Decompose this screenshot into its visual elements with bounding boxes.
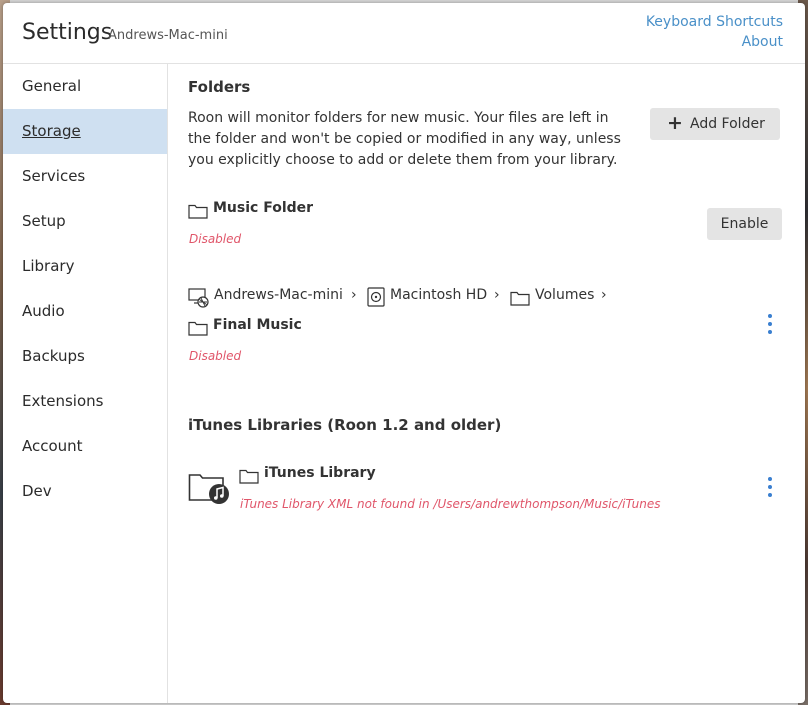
itunes-folder-icon xyxy=(188,471,230,505)
sidebar-item-services[interactable]: Services xyxy=(3,154,167,199)
sidebar-item-label: Account xyxy=(22,437,83,455)
path-computer: Andrews-Mac-mini xyxy=(214,287,343,303)
keyboard-shortcuts-link[interactable]: Keyboard Shortcuts xyxy=(646,14,783,30)
storage-panel: Folders Roon will monitor folders for ne… xyxy=(168,64,805,703)
sidebar-item-setup[interactable]: Setup xyxy=(3,199,167,244)
settings-header: Settings Andrews-Mac-mini Keyboard Short… xyxy=(3,3,805,64)
folder-icon xyxy=(239,468,259,484)
plus-icon: + xyxy=(667,112,683,134)
chevron-right-icon: › xyxy=(494,287,500,303)
device-name: Andrews-Mac-mini xyxy=(108,28,228,43)
sidebar-item-storage[interactable]: Storage xyxy=(3,109,167,154)
settings-sidebar: General Storage Services Setup Library A… xyxy=(3,64,168,703)
music-folder-name: Music Folder xyxy=(213,200,314,216)
sidebar-item-label: General xyxy=(22,77,82,95)
itunes-heading: iTunes Libraries (Roon 1.2 and older) xyxy=(188,416,502,434)
path-volumes: Volumes xyxy=(535,287,595,303)
sidebar-item-label: Extensions xyxy=(22,392,104,410)
chevron-right-icon: › xyxy=(351,287,357,303)
sidebar-item-dev[interactable]: Dev xyxy=(3,469,167,514)
sidebar-item-label: Storage xyxy=(22,122,81,140)
itunes-library-status: iTunes Library XML not found in /Users/a… xyxy=(240,497,661,511)
page-title: Settings xyxy=(22,20,113,45)
more-vertical-icon[interactable] xyxy=(764,477,776,501)
sidebar-item-label: Library xyxy=(22,257,75,275)
sidebar-item-extensions[interactable]: Extensions xyxy=(3,379,167,424)
enable-button[interactable]: Enable xyxy=(707,208,782,240)
settings-dialog: Settings Andrews-Mac-mini Keyboard Short… xyxy=(3,3,805,703)
final-music-name: Final Music xyxy=(213,317,302,333)
folder-icon xyxy=(188,320,208,336)
final-music-status: Disabled xyxy=(189,349,242,363)
sidebar-item-label: Setup xyxy=(22,212,66,230)
folder-icon xyxy=(510,290,530,306)
sidebar-item-account[interactable]: Account xyxy=(3,424,167,469)
sidebar-item-label: Audio xyxy=(22,302,65,320)
about-link[interactable]: About xyxy=(742,34,783,50)
folder-icon xyxy=(188,203,208,219)
sidebar-item-backups[interactable]: Backups xyxy=(3,334,167,379)
enable-label: Enable xyxy=(720,216,769,232)
sidebar-item-audio[interactable]: Audio xyxy=(3,289,167,334)
itunes-library-name: iTunes Library xyxy=(264,465,376,481)
path-drive: Macintosh HD xyxy=(390,287,488,303)
music-folder-status: Disabled xyxy=(189,232,242,246)
folders-description: Roon will monitor folders for new music.… xyxy=(188,110,621,168)
add-folder-label: Add Folder xyxy=(690,116,765,132)
add-folder-button[interactable]: + Add Folder xyxy=(650,108,780,140)
sidebar-item-general[interactable]: General xyxy=(3,64,167,109)
sidebar-item-label: Services xyxy=(22,167,86,185)
chevron-right-icon: › xyxy=(601,287,607,303)
hard-drive-icon xyxy=(367,287,385,307)
folders-heading: Folders xyxy=(188,78,251,96)
computer-icon xyxy=(188,288,210,308)
sidebar-item-label: Dev xyxy=(22,482,52,500)
more-vertical-icon[interactable] xyxy=(764,314,776,338)
sidebar-item-library[interactable]: Library xyxy=(3,244,167,289)
sidebar-item-label: Backups xyxy=(22,347,85,365)
